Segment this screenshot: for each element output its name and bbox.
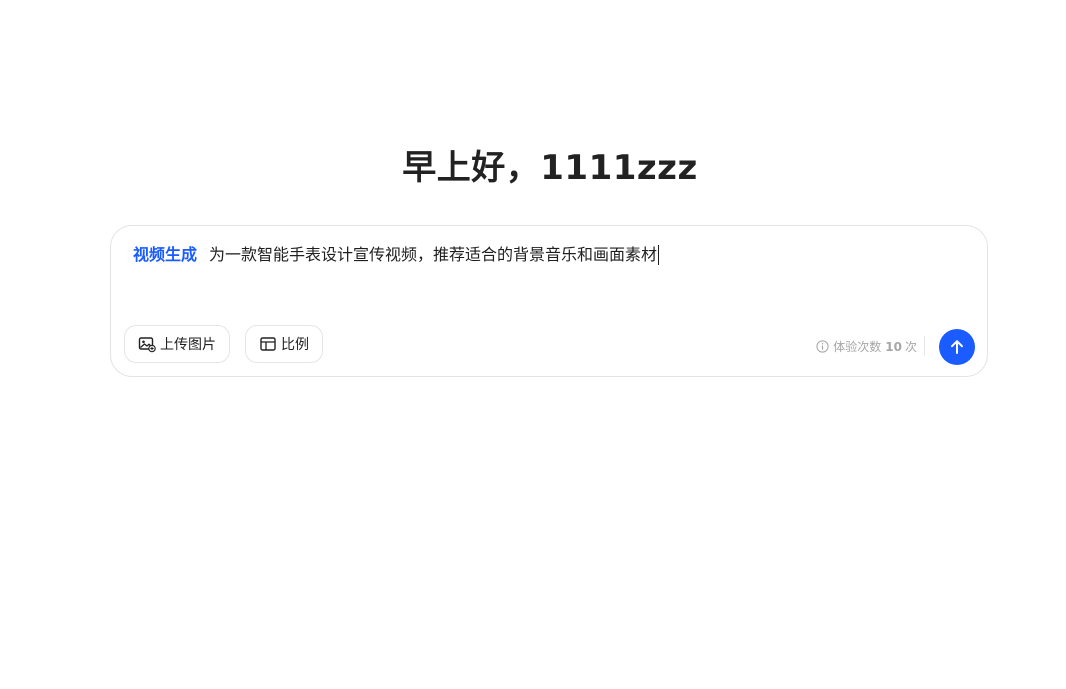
- quota-unit: 次: [904, 340, 917, 354]
- quota-count: 10: [885, 339, 902, 354]
- page: 早上好，1111zzz 视频生成 为一款智能手表设计宣传视频，推荐适合的背景音乐…: [0, 0, 1066, 689]
- divider: [924, 336, 925, 356]
- quota-label: 体验次数: [833, 340, 882, 354]
- mode-tag-video-generation[interactable]: 视频生成: [133, 243, 197, 267]
- layout-ratio-icon: [259, 335, 277, 353]
- prompt-composer: 视频生成 为一款智能手表设计宣传视频，推荐适合的背景音乐和画面素材 上传图片 比…: [110, 225, 988, 377]
- aspect-ratio-label: 比例: [281, 337, 309, 353]
- upload-image-button[interactable]: 上传图片: [124, 325, 230, 363]
- text-caret: [658, 245, 660, 265]
- prompt-row[interactable]: 视频生成 为一款智能手表设计宣传视频，推荐适合的背景音乐和画面素材: [133, 243, 967, 267]
- info-icon: [816, 340, 829, 353]
- image-upload-icon: [138, 335, 156, 353]
- prompt-input-text[interactable]: 为一款智能手表设计宣传视频，推荐适合的背景音乐和画面素材: [209, 243, 657, 267]
- arrow-up-icon: [951, 340, 963, 354]
- aspect-ratio-button[interactable]: 比例: [245, 325, 323, 363]
- trial-quota: 体验次数 10 次: [816, 338, 917, 355]
- upload-image-label: 上传图片: [160, 337, 216, 353]
- greeting-title: 早上好，1111zzz: [402, 148, 698, 188]
- send-button[interactable]: [939, 329, 975, 365]
